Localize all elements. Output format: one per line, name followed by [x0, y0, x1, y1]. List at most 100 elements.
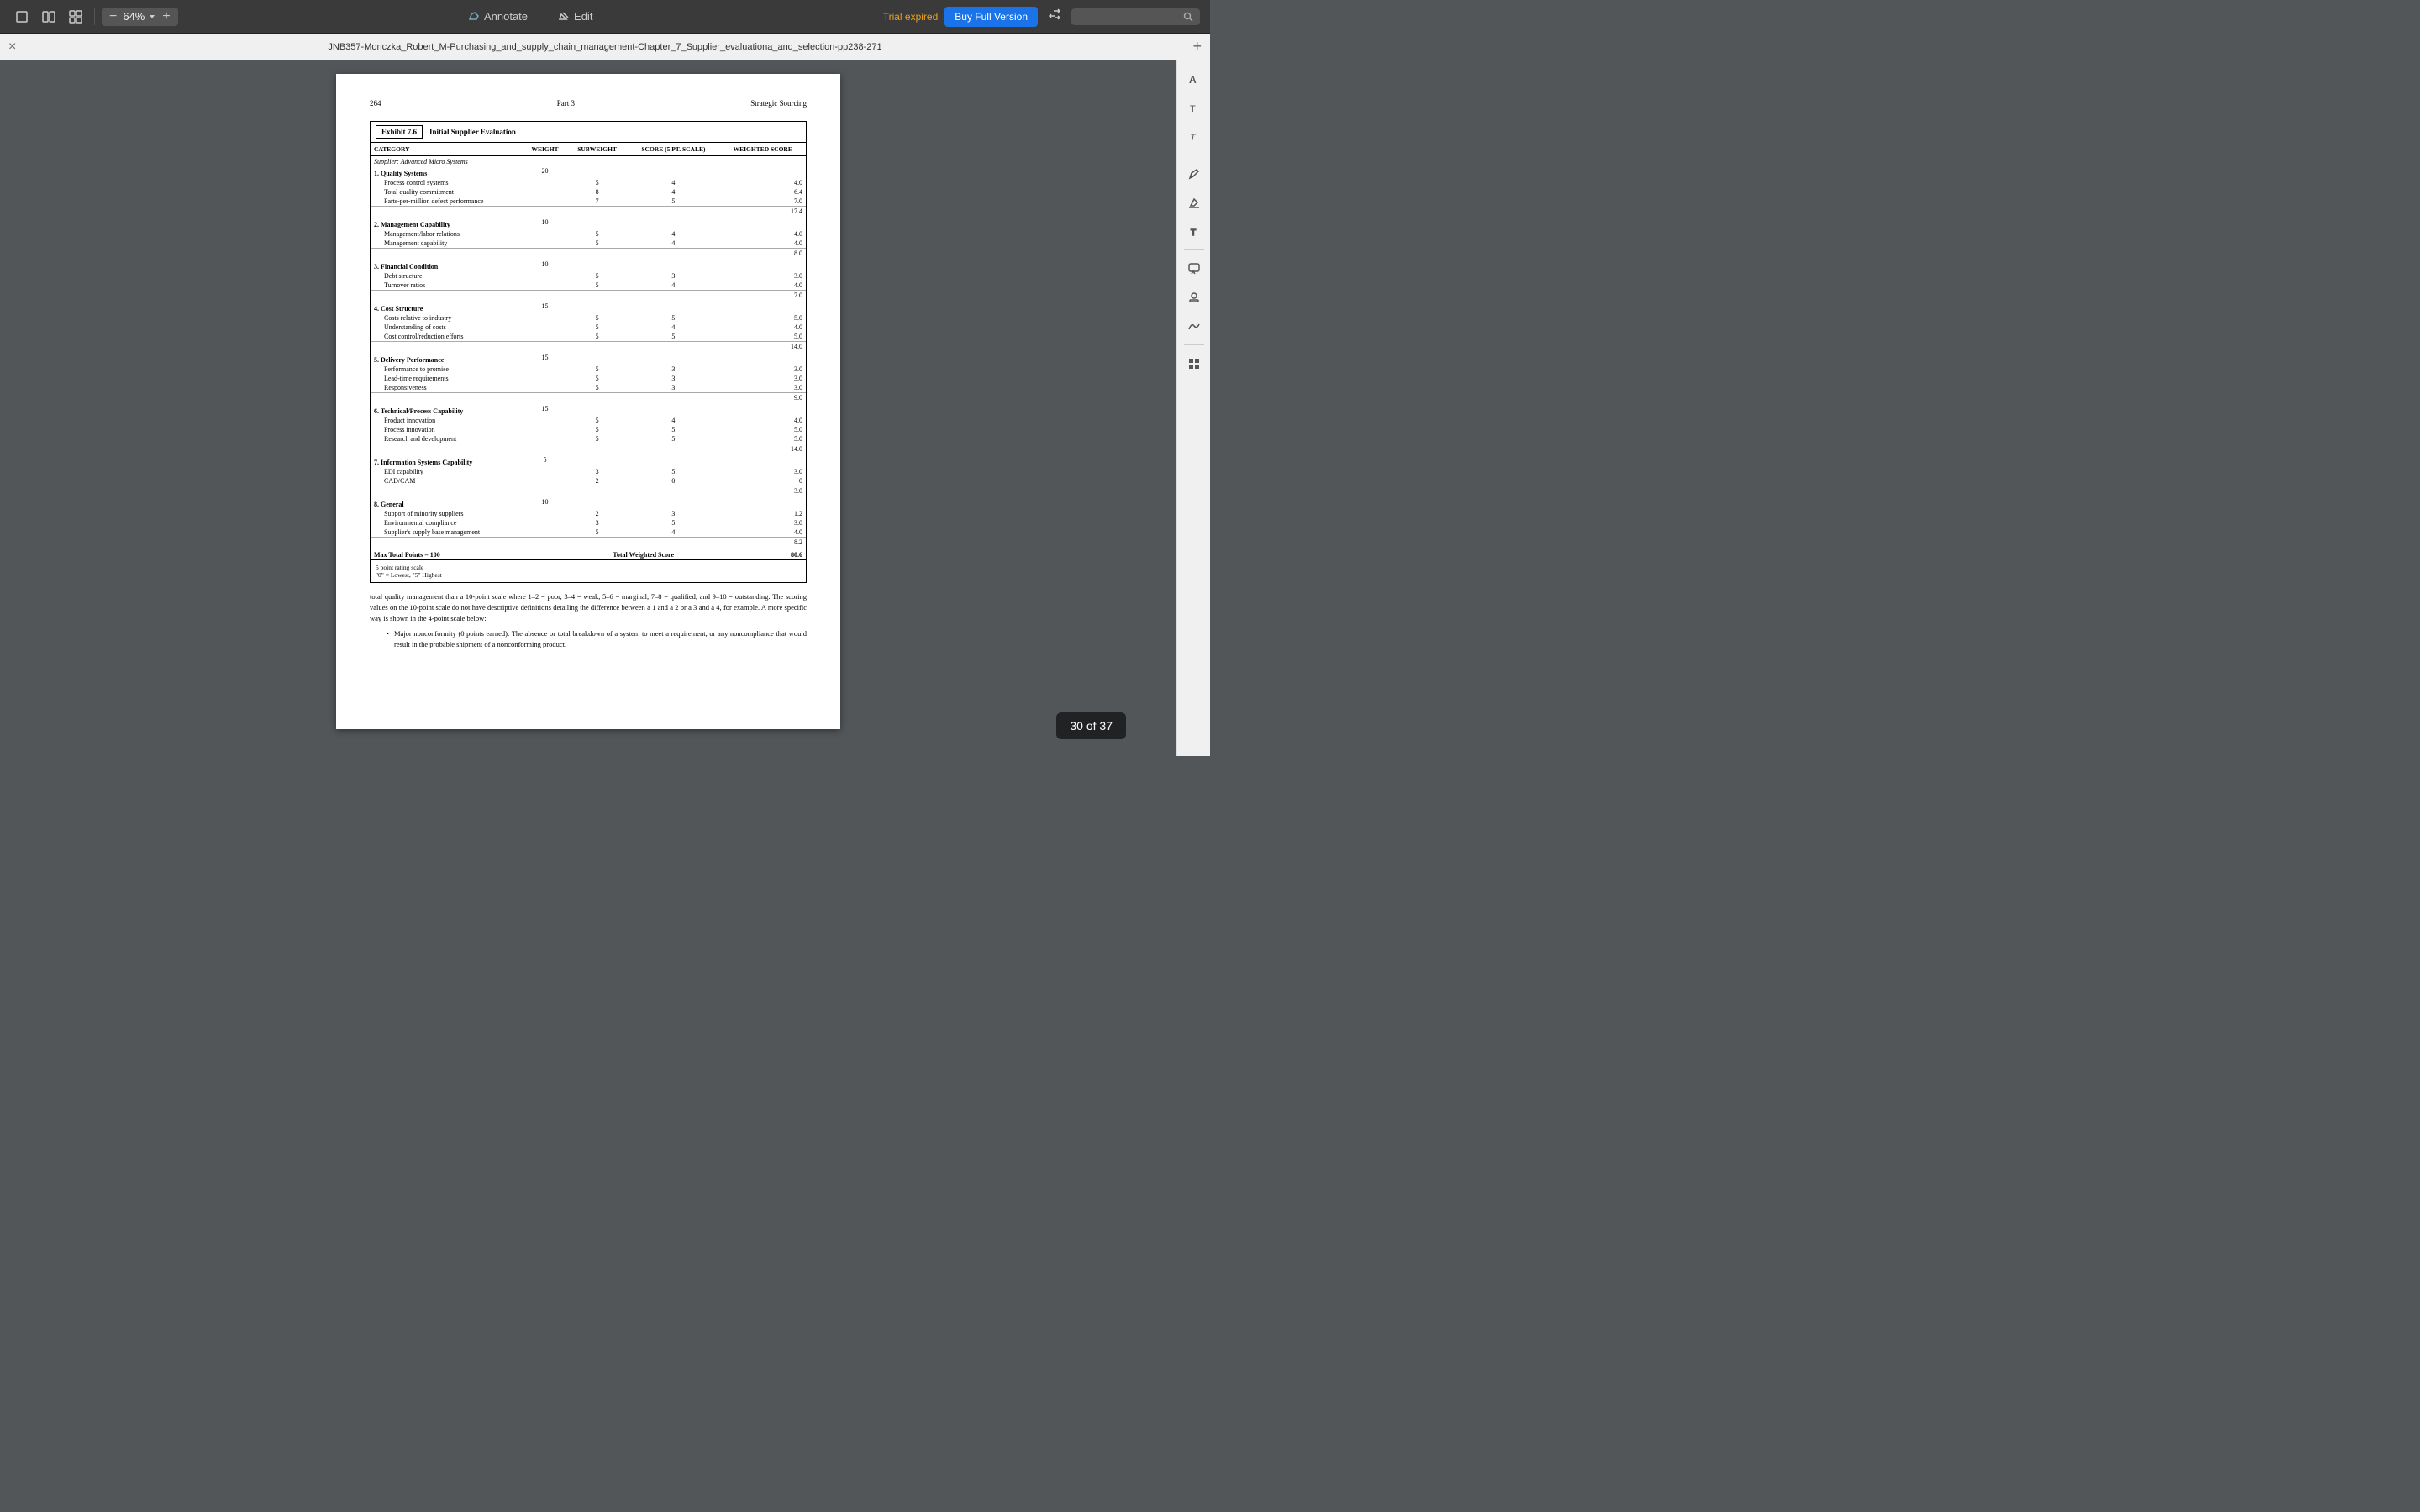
- category-label: 5. Delivery Performance: [371, 353, 523, 365]
- sub-weight: 7: [567, 197, 628, 207]
- category-label: 2. Management Capability: [371, 218, 523, 229]
- grid-view-icon[interactable]: [1182, 352, 1206, 375]
- sub-weight: 5: [567, 416, 628, 425]
- sub-weighted: 1.2: [720, 509, 807, 518]
- view-double-btn[interactable]: [37, 7, 60, 27]
- buy-btn[interactable]: Buy Full Version: [944, 7, 1038, 27]
- trial-badge: Trial expired: [883, 11, 939, 23]
- close-btn[interactable]: ×: [8, 39, 16, 55]
- edit-label: Edit: [574, 10, 592, 23]
- table-row: 17.4: [371, 207, 806, 218]
- table-row: 7.0: [371, 291, 806, 302]
- sub-item-label: Responsiveness: [371, 383, 523, 393]
- comment-icon[interactable]: [1182, 257, 1206, 281]
- exhibit-footer: 5 point rating scale "0" = Lowest, "5" H…: [371, 559, 806, 582]
- zoom-in-btn[interactable]: +: [160, 9, 172, 24]
- table-row: Understanding of costs 5 4 4.0: [371, 323, 806, 332]
- sub-weighted: 4.0: [720, 323, 807, 332]
- sub-item-label: Management/labor relations: [371, 229, 523, 239]
- zoom-out-btn[interactable]: −: [107, 9, 119, 24]
- pen-icon[interactable]: [1182, 162, 1206, 186]
- sub-weighted: 3.0: [720, 365, 807, 374]
- edit-btn[interactable]: Edit: [550, 7, 601, 26]
- sub-weight: 3: [567, 518, 628, 528]
- search-bar[interactable]: [1071, 8, 1200, 25]
- body-paragraph-1: total quality management than a 10-point…: [370, 591, 807, 623]
- text-format-icon[interactable]: A: [1182, 67, 1206, 91]
- exhibit-box: Exhibit 7.6 Initial Supplier Evaluation …: [370, 121, 807, 583]
- view-single-btn[interactable]: [10, 7, 34, 27]
- bullet-symbol: •: [387, 628, 389, 650]
- sub-score: 0: [627, 476, 719, 486]
- sub-item-label: Lead-time requirements: [371, 374, 523, 383]
- table-row: 3. Financial Condition 10: [371, 260, 806, 271]
- search-input[interactable]: [1078, 11, 1179, 23]
- sub-item-label: Parts-per-million defect performance: [371, 197, 523, 207]
- category-label: 3. Financial Condition: [371, 260, 523, 271]
- sub-weight: 5: [567, 178, 628, 187]
- subtotal-value: 3.0: [720, 486, 807, 498]
- sub-weighted: 6.4: [720, 187, 807, 197]
- add-tab-btn[interactable]: +: [1192, 38, 1202, 55]
- zoom-control[interactable]: − 64% +: [102, 8, 178, 26]
- sub-weight: 5: [567, 383, 628, 393]
- sub-weight: 5: [567, 528, 628, 538]
- sub-score: 4: [627, 239, 719, 249]
- sub-item-label: Costs relative to industry: [371, 313, 523, 323]
- signature-icon[interactable]: [1182, 314, 1206, 338]
- sub-weight: 2: [567, 509, 628, 518]
- stamp-icon[interactable]: [1182, 286, 1206, 309]
- sub-weight: 5: [567, 323, 628, 332]
- sub-score: 4: [627, 178, 719, 187]
- category-label: 4. Cost Structure: [371, 302, 523, 313]
- sub-score: 5: [627, 467, 719, 476]
- text-tool-icon[interactable]: T: [1182, 219, 1206, 243]
- zoom-value: 64%: [123, 10, 145, 23]
- category-weight: 15: [523, 404, 566, 416]
- table-row: 5. Delivery Performance 15: [371, 353, 806, 365]
- sub-weight: 5: [567, 229, 628, 239]
- page-area[interactable]: 264 Part 3 Strategic Sourcing Exhibit 7.…: [0, 60, 1176, 756]
- subtotal-value: 17.4: [720, 207, 807, 218]
- highlight-icon[interactable]: [1182, 191, 1206, 214]
- table-row: 8.2: [371, 538, 806, 549]
- sidebar-separator-2: [1184, 249, 1204, 250]
- footnote-2: "0" = Lowest, "5" Highest: [376, 571, 801, 579]
- sub-weight: 5: [567, 332, 628, 342]
- table-row: 14.0: [371, 444, 806, 456]
- font-alt-icon[interactable]: T: [1182, 124, 1206, 148]
- sub-weighted: 3.0: [720, 271, 807, 281]
- col-score: SCORE (5 PT. SCALE): [627, 143, 719, 156]
- sub-item-label: Cost control/reduction efforts: [371, 332, 523, 342]
- bullet-text-1: Major nonconformity (0 points earned): T…: [394, 628, 807, 650]
- annotate-btn[interactable]: Annotate: [460, 7, 536, 26]
- sub-item-label: CAD/CAM: [371, 476, 523, 486]
- subtotal-value: 8.2: [720, 538, 807, 549]
- main-area: 264 Part 3 Strategic Sourcing Exhibit 7.…: [0, 60, 1210, 756]
- table-row: Costs relative to industry 5 5 5.0: [371, 313, 806, 323]
- category-label: 6. Technical/Process Capability: [371, 404, 523, 416]
- sub-weight: 5: [567, 313, 628, 323]
- subtotal-spacer: [371, 342, 720, 354]
- view-thumbnails-btn[interactable]: [64, 7, 87, 27]
- category-weight: 10: [523, 497, 566, 509]
- table-row: Supplier's supply base management 5 4 4.…: [371, 528, 806, 538]
- share-btn[interactable]: [1044, 4, 1065, 29]
- sub-score: 5: [627, 425, 719, 434]
- subtotal-value: 8.0: [720, 249, 807, 260]
- total-center: Total Weighted Score: [567, 549, 720, 560]
- table-row: 14.0: [371, 342, 806, 354]
- sub-weighted: 5.0: [720, 434, 807, 444]
- sub-weighted: 7.0: [720, 197, 807, 207]
- font-size-icon[interactable]: T: [1182, 96, 1206, 119]
- sub-weight: 2: [567, 476, 628, 486]
- sub-weighted: 4.0: [720, 281, 807, 291]
- table-row: 8.0: [371, 249, 806, 260]
- titlebar: × JNB357-Monczka_Robert_M-Purchasing_and…: [0, 34, 1210, 60]
- col-weight: WEIGHT: [523, 143, 566, 156]
- sub-weighted: 4.0: [720, 178, 807, 187]
- category-label: 7. Information Systems Capability: [371, 455, 523, 467]
- sub-score: 4: [627, 528, 719, 538]
- sub-weighted: 3.0: [720, 518, 807, 528]
- sub-score: 3: [627, 365, 719, 374]
